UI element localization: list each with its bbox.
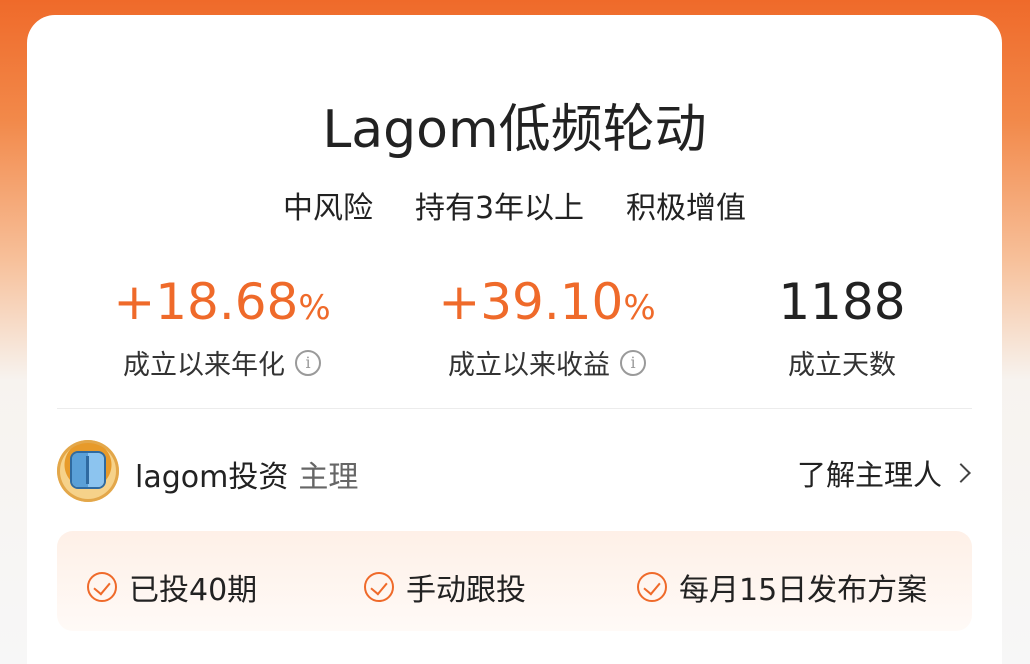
days-value: 1188 <box>778 273 906 331</box>
annualized-label: 成立以来年化 <box>123 350 285 381</box>
check-circle-icon <box>87 572 117 602</box>
annualized-value: +18.68% <box>113 273 331 331</box>
stat-total-return: +39.10% 成立以来收益 i <box>412 273 682 382</box>
stats-row: +18.68% 成立以来年化 i +39.10% 成立以来收益 i 1188 成… <box>27 273 1002 383</box>
manager-role: 主理 <box>298 460 359 495</box>
info-icon[interactable]: i <box>295 349 321 376</box>
tag-risk: 中风险 <box>276 183 379 227</box>
learn-manager-link[interactable]: 了解主理人 <box>797 452 972 494</box>
info-icon[interactable]: i <box>620 349 646 376</box>
stat-days: 1188 成立天数 <box>757 273 927 382</box>
stat-annualized: +18.68% 成立以来年化 i <box>87 273 357 382</box>
manager-name: lagom投资 主理 <box>135 460 359 495</box>
tag-goal: 积极增值 <box>620 183 753 227</box>
days-label: 成立天数 <box>788 350 896 381</box>
manager-row[interactable]: lagom投资 主理 了解主理人 <box>57 440 972 504</box>
product-tags: 中风险 持有3年以上 积极增值 <box>27 183 1002 227</box>
product-card: Lagom低频轮动 中风险 持有3年以上 积极增值 +18.68% 成立以来年化… <box>27 15 1002 664</box>
total-return-label: 成立以来收益 <box>448 350 610 381</box>
total-return-value: +39.10% <box>438 273 656 331</box>
check-circle-icon <box>637 572 667 602</box>
divider <box>57 408 972 409</box>
feature-item: 手动跟投 <box>364 565 526 609</box>
product-title: Lagom低频轮动 <box>322 100 707 160</box>
tag-holding-period: 持有3年以上 <box>408 183 591 227</box>
feature-item: 每月15日发布方案 <box>637 565 927 609</box>
feature-item: 已投40期 <box>87 565 257 609</box>
features-panel: 已投40期 手动跟投 每月15日发布方案 <box>57 531 972 631</box>
check-circle-icon <box>364 572 394 602</box>
chevron-right-icon <box>951 463 971 483</box>
avatar <box>57 440 119 502</box>
